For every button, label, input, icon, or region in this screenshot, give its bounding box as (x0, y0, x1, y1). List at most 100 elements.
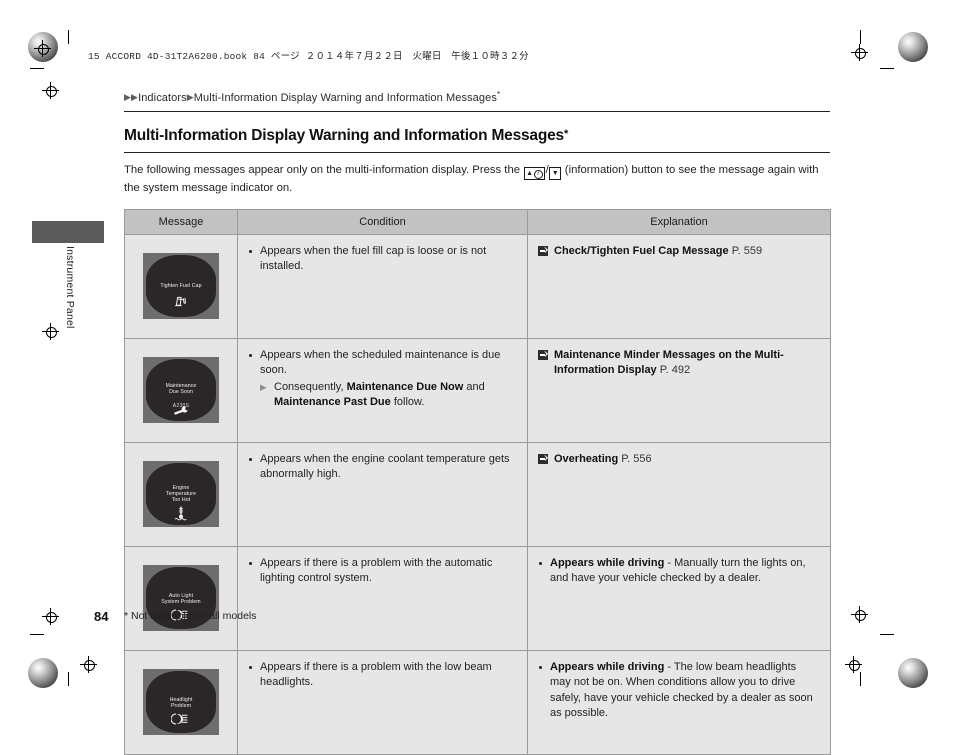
coolant-temperature-icon (143, 505, 219, 527)
registration-dot-top-right (898, 32, 928, 62)
reference-link[interactable]: Check/Tighten Fuel Cap Message P. 559 (538, 244, 820, 260)
headlight-icon (143, 713, 219, 731)
footnote: * Not available on all models (124, 610, 257, 622)
info-up-button-icon: ▲ i (523, 167, 546, 180)
registration-dot-bottom-left (28, 658, 58, 688)
breadcrumb-marker-1: ▶ (124, 92, 132, 102)
table-row: Engine Temperature Too Hot Appears when … (124, 441, 831, 547)
message-cell: Auto Light System Problem (124, 545, 238, 651)
coolant-temperature-icon-svg (174, 506, 187, 520)
condition-bullet: Appears if there is a problem with the l… (248, 660, 517, 691)
intro-paragraph: The following messages appear only on th… (124, 162, 824, 197)
table-row: Headlight Problem Appears if there is a … (124, 649, 831, 755)
condition-list: Appears when the engine coolant temperat… (248, 452, 517, 483)
display-text-line-2: Due Soon (169, 388, 193, 395)
crosshair-ring-bottom-right (849, 660, 860, 671)
section-tab (32, 221, 104, 243)
crop-line-bottom-right (860, 672, 861, 686)
display-image-engine-temperature-too-hot: Engine Temperature Too Hot (143, 460, 219, 527)
subline-bold-2: Maintenance Past Due (274, 396, 391, 408)
subline-suffix: follow. (390, 396, 425, 408)
display-text-line-2: Problem (170, 702, 192, 709)
section-tab-label: Instrument Panel (64, 246, 76, 329)
explanation-list: Appears while driving - The low beam hea… (538, 660, 820, 722)
message-cell: Tighten Fuel Cap (124, 233, 238, 339)
message-cell: Maintenance Due Soon A230S (124, 337, 238, 443)
information-glyph: i (533, 170, 543, 179)
breadcrumb-marker-3: ▶ (186, 92, 194, 102)
message-cell: Headlight Problem (124, 649, 238, 755)
crosshair-ring-left-mid (46, 327, 57, 338)
column-header-explanation: Explanation (527, 208, 831, 235)
down-arrow-glyph: ▼ (551, 170, 559, 177)
reference-title[interactable]: Overheating (554, 453, 618, 465)
breadcrumb-level-2[interactable]: Multi-Information Display Warning and In… (194, 92, 497, 104)
message-cell: Engine Temperature Too Hot (124, 441, 238, 547)
explanation-cell: Overheating P. 556 (527, 441, 831, 547)
crosshair-ring-right-lower (855, 610, 866, 621)
reference-link[interactable]: Overheating P. 556 (538, 452, 820, 468)
condition-bullet-text: Appears when the scheduled maintenance i… (260, 348, 501, 377)
subline-prefix: Consequently, (274, 380, 347, 393)
wrench-icon (143, 405, 219, 421)
content-area: ▶▶Indicators▶Multi-Information Display W… (124, 88, 831, 755)
subline-mid: and (463, 380, 485, 393)
page-number: 84 (94, 609, 109, 624)
breadcrumb-level-1[interactable]: Indicators (138, 92, 187, 104)
explanation-bullet: Appears while driving - The low beam hea… (538, 660, 820, 722)
crop-line-left-bottom (30, 634, 44, 635)
explanation-list: Appears while driving - Manually turn th… (538, 556, 820, 587)
column-header-message: Message (124, 208, 238, 235)
breadcrumb-marker-2: ▶ (131, 92, 139, 102)
crosshair-ring-right-upper (855, 48, 866, 59)
condition-cell: Appears when the engine coolant temperat… (237, 441, 528, 547)
condition-cell: Appears if there is a problem with the a… (237, 545, 528, 651)
table-row: Auto Light System Problem Appears if the… (124, 545, 831, 651)
explanation-cell: Appears while driving - Manually turn th… (527, 545, 831, 651)
condition-bullet: Appears if there is a problem with the a… (248, 556, 517, 587)
crop-line-left-top (30, 68, 44, 69)
crop-line-right-bottom (880, 634, 894, 635)
explanation-bold: Appears while driving (550, 660, 665, 673)
page-title-superscript: * (563, 128, 569, 140)
crosshair-ring-top-left (38, 44, 49, 55)
fuel-pump-icon (143, 294, 219, 314)
reference-page: P. 492 (659, 364, 691, 376)
crosshair-ring-bottom-left (84, 660, 95, 671)
breadcrumb-superscript: * (496, 90, 501, 99)
explanation-cell: Maintenance Minder Messages on the Multi… (527, 337, 831, 443)
reference-arrow-icon (538, 454, 548, 464)
page-title-text: Multi-Information Display Warning and In… (124, 127, 564, 144)
reference-title[interactable]: Check/Tighten Fuel Cap Message (554, 245, 729, 257)
display-text-line-2: System Problem (161, 598, 201, 605)
reference-link[interactable]: Maintenance Minder Messages on the Multi… (538, 348, 820, 379)
breadcrumb: ▶▶Indicators▶Multi-Information Display W… (124, 88, 830, 110)
condition-bullet: Appears when the scheduled maintenance i… (248, 348, 517, 411)
intro-text-part-1: The following messages appear only on th… (124, 164, 524, 176)
page-title: Multi-Information Display Warning and In… (124, 125, 830, 152)
condition-list: Appears if there is a problem with the l… (248, 660, 517, 691)
column-header-condition: Condition (237, 208, 528, 235)
crosshair-ring-left-upper (46, 86, 57, 97)
breadcrumb-rule (124, 111, 830, 112)
explanation-bullet: Appears while driving - Manually turn th… (538, 556, 820, 587)
reference-page: P. 556 (621, 452, 652, 465)
display-text-line-1: Tighten Fuel Cap (160, 282, 202, 289)
page-title-rule (124, 152, 830, 153)
condition-bullet: Appears when the fuel fill cap is loose … (248, 244, 517, 275)
table-row: Maintenance Due Soon A230S Appears when … (124, 337, 831, 443)
display-image-headlight-problem: Headlight Problem (143, 668, 219, 735)
condition-list: Appears when the scheduled maintenance i… (248, 348, 517, 411)
crop-line-top (68, 30, 69, 44)
condition-cell: Appears when the fuel fill cap is loose … (237, 233, 528, 339)
condition-cell: Appears if there is a problem with the l… (237, 649, 528, 755)
registration-dot-bottom-right (898, 658, 928, 688)
explanation-cell: Check/Tighten Fuel Cap Message P. 559 (527, 233, 831, 339)
reference-page: P. 559 (731, 244, 763, 257)
condition-list: Appears if there is a problem with the a… (248, 556, 517, 587)
info-down-button-icon: ▼ (549, 167, 562, 180)
condition-cell: Appears when the scheduled maintenance i… (237, 337, 528, 443)
display-image-maintenance-due-soon: Maintenance Due Soon A230S (143, 356, 219, 423)
crop-line-right-top (880, 68, 894, 69)
condition-bullet: Appears when the engine coolant temperat… (248, 452, 517, 483)
